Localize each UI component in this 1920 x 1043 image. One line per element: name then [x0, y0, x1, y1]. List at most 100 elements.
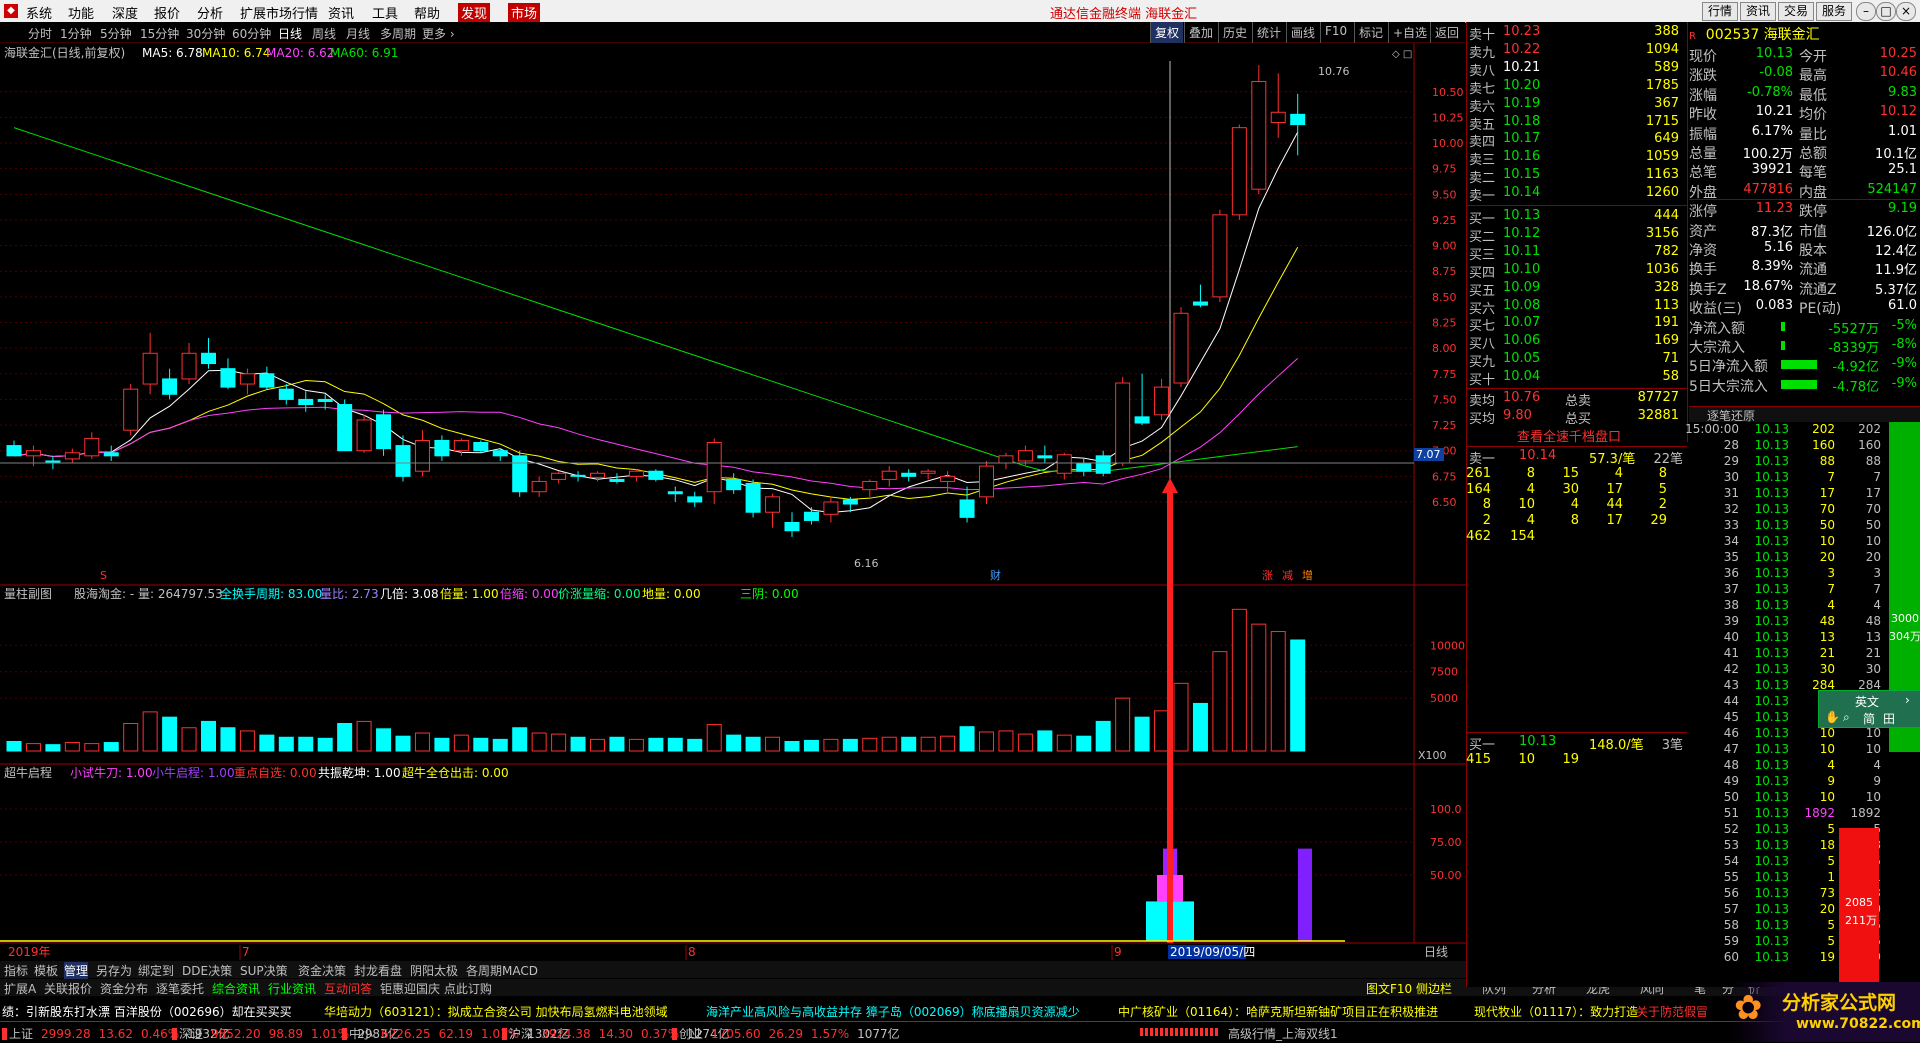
tab-order-detail[interactable]: 逐笔委托	[156, 980, 204, 997]
bid-row[interactable]: 买三 10.11 782	[1469, 244, 1685, 263]
ask-row[interactable]: 卖二 10.15 1163	[1469, 167, 1685, 186]
tab-dde[interactable]: DDE决策	[182, 962, 232, 979]
news-3[interactable]: 海洋产业高风险与高收益并存 獐子岛（002069）称底播扇贝资源减少	[706, 1003, 1080, 1020]
menu-help[interactable]: 帮助	[414, 3, 440, 22]
l2-title-link[interactable]: 查看全速千档盘口	[1517, 426, 1621, 445]
tab-fund-dist[interactable]: 资金分布	[100, 980, 148, 997]
tab-qa[interactable]: 互动问答	[324, 980, 372, 997]
tab-promo[interactable]: 钜惠迎国庆 点此订购	[380, 980, 492, 997]
bid-row[interactable]: 买四 10.10 1036	[1469, 262, 1685, 281]
ime-simp[interactable]: 简	[1863, 710, 1875, 727]
period-tab-1min[interactable]: 1分钟	[60, 25, 92, 42]
tab-ext-a[interactable]: 扩展A	[4, 980, 36, 997]
bid-row[interactable]: 买九 10.05 71	[1469, 351, 1685, 370]
period-tab-monthly[interactable]: 月线	[346, 25, 370, 42]
period-tab-fenshi[interactable]: 分时	[28, 25, 52, 42]
period-tab-15min[interactable]: 15分钟	[140, 25, 179, 42]
tab-save-as[interactable]: 另存为	[96, 962, 132, 979]
order-book: 卖十 10.23 388 卖九 10.22 1094 卖八 10.21 589 卖七 10.20 17…	[1467, 22, 1688, 442]
tab-related-quote[interactable]: 关联报价	[44, 980, 92, 997]
menu-ext-market[interactable]: 扩展市场行情	[240, 3, 318, 22]
tab-bind-to[interactable]: 绑定到	[138, 962, 174, 979]
candle-body	[64, 452, 80, 460]
ticks-header[interactable]: 逐笔还原	[1689, 406, 1920, 423]
bid-row[interactable]: 买十 10.04 58	[1469, 369, 1685, 388]
vol-tick: 10000	[1430, 639, 1465, 652]
news-2[interactable]: 华培动力（603121）：拟成立合资公司 加快布局氢燃料电池领域	[324, 1003, 668, 1020]
tab-taiji[interactable]: 阴阳太极	[410, 962, 458, 979]
win-tab-info[interactable]: 资讯	[1740, 2, 1776, 21]
menu-discover[interactable]: 发现	[458, 3, 491, 22]
tick-price: 10.13	[1754, 758, 1789, 772]
bid-row[interactable]: 买一 10.13 444	[1469, 208, 1685, 227]
period-tab-more[interactable]: 更多 ›	[422, 25, 455, 42]
tab-macd[interactable]: 各周期MACD	[466, 962, 538, 979]
news-1[interactable]: 绩：引新股东打水漂 百洋股份（002696）却在买买买	[2, 1003, 292, 1020]
index-quote[interactable]: 创业 1705.60 26.29 1.57% 1077亿	[672, 1025, 908, 1042]
ask-row[interactable]: 卖一 10.14 1260	[1469, 185, 1685, 204]
minimize-icon[interactable]: –	[1856, 2, 1876, 21]
menu-quote[interactable]: 报价	[154, 3, 180, 22]
flow-pct: -9%	[1891, 356, 1917, 372]
tab-manage[interactable]: 管理	[64, 962, 89, 979]
tab-industry-info[interactable]: 行业资讯	[268, 980, 316, 997]
close-icon[interactable]: ×	[1896, 2, 1916, 21]
news-ticker[interactable]: 绩：引新股东打水漂 百洋股份（002696）却在买买买 华培动力（603121）…	[0, 1000, 1920, 1020]
ask-row[interactable]: 卖七 10.20 1785	[1469, 78, 1685, 97]
news-6[interactable]: 关于防范假冒	[1636, 1003, 1708, 1020]
tab-general-info[interactable]: 综合资讯	[212, 980, 260, 997]
news-4[interactable]: 中广核矿业（01164）：哈萨克斯坦新铀矿项目正在积极推进	[1118, 1003, 1438, 1020]
tab-sup[interactable]: SUP决策	[240, 962, 288, 979]
menu-system[interactable]: 系统	[26, 3, 52, 22]
period-tab-weekly[interactable]: 周线	[312, 25, 336, 42]
period-tab-60min[interactable]: 60分钟	[232, 25, 271, 42]
tab-fenglong[interactable]: 封龙看盘	[354, 962, 402, 979]
menu-depth[interactable]: 深度	[112, 3, 138, 22]
ask-row[interactable]: 卖四 10.17 649	[1469, 131, 1685, 150]
bid-row[interactable]: 买八 10.06 169	[1469, 333, 1685, 352]
ime-toolbar[interactable]: 英文 › ✋ ⌕ 简 田	[1818, 690, 1920, 728]
tab-fund-decision[interactable]: 资金决策	[298, 962, 346, 979]
ime-mode[interactable]: 英文	[1855, 693, 1879, 710]
period-tab-30min[interactable]: 30分钟	[186, 25, 225, 42]
maximize-icon[interactable]: □	[1876, 2, 1896, 21]
bid-row[interactable]: 买六 10.08 113	[1469, 298, 1685, 317]
menu-market[interactable]: 市场	[508, 3, 541, 22]
menu-analysis[interactable]: 分析	[197, 3, 223, 22]
tick-bar-bot-unit: 211万	[1845, 914, 1877, 927]
tab-template[interactable]: 模板	[34, 962, 58, 979]
news-5[interactable]: 现代牧业（01117）：致力打造	[1474, 1003, 1638, 1020]
bid-row[interactable]: 买二 10.12 3156	[1469, 226, 1685, 245]
ask-row[interactable]: 卖三 10.16 1059	[1469, 149, 1685, 168]
ask-row[interactable]: 卖九 10.22 1094	[1469, 42, 1685, 61]
ask-row[interactable]: 卖十 10.23 388	[1469, 24, 1685, 43]
win-tab-trade[interactable]: 交易	[1778, 2, 1814, 21]
server-status[interactable]: 高级行情_上海双线1	[1228, 1025, 1338, 1042]
ask-row[interactable]: 卖八 10.21 589	[1469, 60, 1685, 79]
menu-tools[interactable]: 工具	[372, 3, 398, 22]
minimize-panel-icon[interactable]: ◇ □	[1392, 49, 1412, 60]
ask-row[interactable]: 卖六 10.19 367	[1469, 96, 1685, 115]
price-tag: 7.07	[1416, 448, 1441, 461]
ime-grid[interactable]: 田	[1883, 710, 1895, 727]
ime-hand-icon[interactable]: ✋	[1825, 710, 1840, 724]
sidebar-link[interactable]: 侧边栏	[1416, 980, 1452, 997]
candle-body	[25, 450, 41, 457]
chart-area[interactable]: 10.50 10.25 10.00 9.75 9.50 9.25 9.00 8.75 8.50 8…	[0, 43, 1466, 963]
volume-bar	[123, 723, 139, 752]
period-tab-multi[interactable]: 多周期	[380, 25, 416, 42]
win-tab-market[interactable]: 行情	[1702, 2, 1738, 21]
menu-function[interactable]: 功能	[68, 3, 94, 22]
bid-row[interactable]: 买五 10.09 328	[1469, 280, 1685, 299]
f10-link[interactable]: 图文F10	[1366, 980, 1412, 997]
menu-info[interactable]: 资讯	[328, 3, 354, 22]
ask-row[interactable]: 卖五 10.18 1715	[1469, 114, 1685, 133]
tick-row: 48 10.13 4 4	[1689, 758, 1889, 773]
win-tab-service[interactable]: 服务	[1816, 2, 1852, 21]
tab-indicator[interactable]: 指标	[4, 962, 28, 979]
period-tab-5min[interactable]: 5分钟	[100, 25, 132, 42]
bid-row[interactable]: 买七 10.07 191	[1469, 315, 1685, 334]
tick-row: 32 10.13 70 70	[1689, 502, 1889, 517]
period-tab-daily[interactable]: 日线	[278, 25, 302, 42]
ime-search-icon[interactable]: ⌕	[1843, 710, 1850, 725]
